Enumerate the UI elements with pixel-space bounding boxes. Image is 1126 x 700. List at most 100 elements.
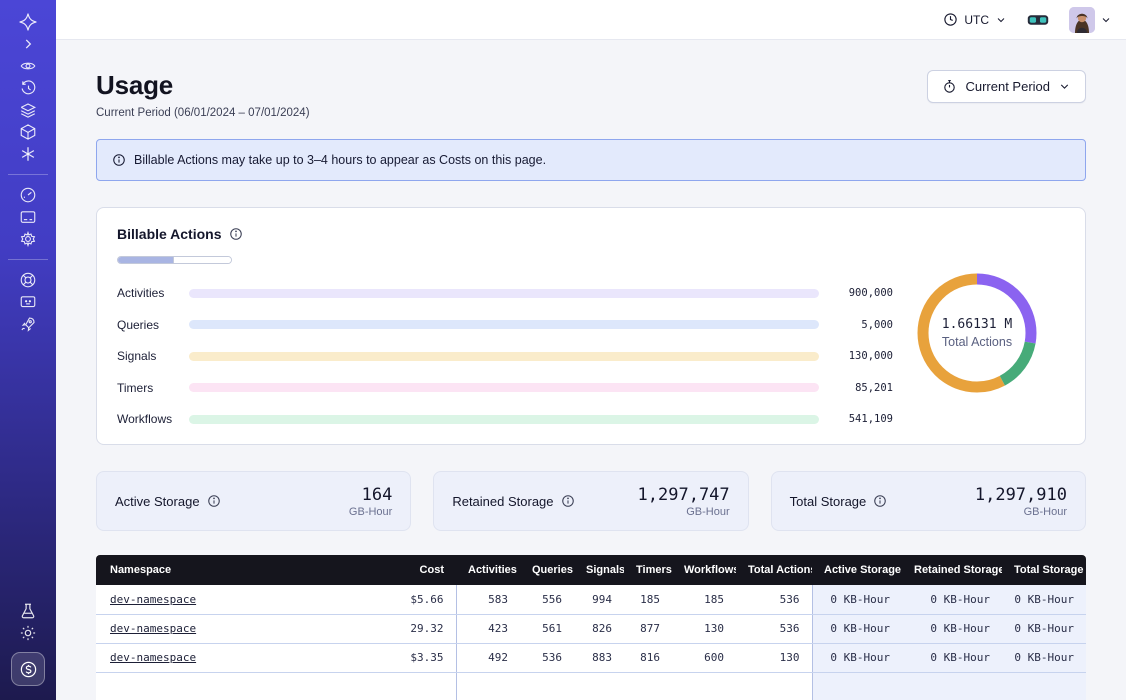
cell-activities: 423 — [456, 614, 520, 643]
cell-queries: 561 — [520, 614, 574, 643]
bar-row-workflows: Workflows 541,109 — [117, 412, 893, 426]
total-daily-toggle: Total Daily — [117, 256, 232, 264]
cell-queries: 536 — [520, 643, 574, 672]
namespaces-eye-icon[interactable] — [14, 57, 42, 75]
total-storage-card: Total Storage 1,297,910 GB-Hour — [771, 471, 1086, 531]
bar-row-signals: Signals 130,000 — [117, 349, 893, 363]
user-menu[interactable] — [1069, 7, 1112, 33]
cell-cost: $5.66 — [386, 585, 456, 614]
storage-card-value: 1,297,910 — [975, 485, 1067, 505]
billable-bar-chart: Activities 900,000 Queries 5,000 Signals… — [117, 286, 893, 426]
settings-gear-icon[interactable] — [14, 230, 42, 248]
table-row: dev-namespace 29.32 423 561 826 877 130 … — [96, 614, 1086, 643]
cell-signals: 994 — [574, 585, 624, 614]
bar-track — [189, 415, 819, 424]
namespace-link[interactable]: dev-namespace — [110, 622, 196, 635]
table-row-partial — [96, 672, 1086, 700]
period-selector-label: Current Period — [965, 79, 1050, 94]
theme-sun-icon[interactable] — [14, 624, 42, 642]
namespace-usage-table: Namespace Cost Activities Queries Signal… — [96, 555, 1086, 700]
bar-track — [189, 289, 819, 298]
bar-row-timers: Timers 85,201 — [117, 381, 893, 395]
namespace-link[interactable]: dev-namespace — [110, 651, 196, 664]
sidebar — [0, 0, 56, 700]
layers-icon[interactable] — [14, 101, 42, 119]
info-icon[interactable] — [561, 494, 575, 508]
getting-started-rocket-icon[interactable] — [14, 315, 42, 333]
bar-label: Signals — [117, 349, 189, 363]
cube-icon[interactable] — [14, 123, 42, 141]
bar-label: Activities — [117, 286, 189, 300]
col-total-storage: Total Storage — [1002, 555, 1086, 585]
cell-active-storage: 0 KB-Hour — [812, 614, 902, 643]
sidebar-divider — [8, 259, 48, 260]
retained-storage-card: Retained Storage 1,297,747 GB-Hour — [433, 471, 748, 531]
bar-row-queries: Queries 5,000 — [117, 318, 893, 332]
period-selector-button[interactable]: Current Period — [927, 70, 1086, 103]
cell-workflows: 130 — [672, 614, 736, 643]
info-icon[interactable] — [873, 494, 887, 508]
sidebar-divider — [8, 174, 48, 175]
col-retained-storage: Retained Storage — [902, 555, 1002, 585]
cell-retained-storage: 0 KB-Hour — [902, 614, 1002, 643]
bar-value: 130,000 — [819, 350, 893, 362]
history-clock-icon[interactable] — [14, 79, 42, 97]
namespace-link[interactable]: dev-namespace — [110, 593, 196, 606]
clock-icon — [943, 12, 958, 27]
donut-total-value: 1.66131 M — [942, 317, 1012, 332]
support-lifebuoy-icon[interactable] — [14, 271, 42, 289]
storage-card-label: Active Storage — [115, 494, 200, 509]
storage-card-unit: GB-Hour — [349, 506, 392, 518]
cell-total-actions: 536 — [736, 614, 812, 643]
temporal-logo-icon[interactable] — [14, 13, 42, 31]
col-namespace: Namespace — [96, 555, 386, 585]
chevron-down-icon — [1100, 14, 1112, 26]
storage-card-unit: GB-Hour — [975, 506, 1067, 518]
chevron-down-icon — [995, 14, 1007, 26]
col-cost: Cost — [386, 555, 456, 585]
cell-active-storage: 0 KB-Hour — [812, 585, 902, 614]
bar-track — [189, 383, 819, 392]
page-title: Usage — [96, 70, 310, 101]
cell-signals: 826 — [574, 614, 624, 643]
cell-retained-storage: 0 KB-Hour — [902, 643, 1002, 672]
table-row: dev-namespace $5.66 583 556 994 185 185 … — [96, 585, 1086, 614]
labs-flask-icon[interactable] — [14, 602, 42, 620]
info-icon[interactable] — [229, 227, 243, 241]
goggles-icon — [1027, 13, 1049, 27]
dev-goggles-toggle[interactable] — [1027, 13, 1049, 27]
usage-dollar-icon[interactable] — [11, 652, 45, 686]
usage-gauge-icon[interactable] — [14, 186, 42, 204]
nexus-asterisk-icon[interactable] — [14, 145, 42, 163]
billing-card-icon[interactable] — [14, 208, 42, 226]
info-icon — [112, 153, 126, 167]
info-icon[interactable] — [207, 494, 221, 508]
col-workflows: Workflows — [672, 555, 736, 585]
cell-workflows: 600 — [672, 643, 736, 672]
tab-daily[interactable]: Daily — [173, 257, 231, 264]
page-content: Usage Current Period (06/01/2024 – 07/01… — [56, 40, 1126, 700]
timezone-selector[interactable]: UTC — [943, 12, 1007, 27]
storage-card-label: Total Storage — [790, 494, 867, 509]
billable-actions-title: Billable Actions — [117, 226, 222, 242]
bar-value: 541,109 — [819, 413, 893, 425]
page-header: Usage Current Period (06/01/2024 – 07/01… — [96, 70, 1086, 119]
bar-value: 5,000 — [819, 319, 893, 331]
cell-timers: 877 — [624, 614, 672, 643]
bar-value: 85,201 — [819, 382, 893, 394]
feedback-monitor-icon[interactable] — [14, 293, 42, 311]
collapse-chevron-icon[interactable] — [14, 35, 42, 53]
info-banner-text: Billable Actions may take up to 3–4 hour… — [134, 153, 546, 167]
bar-track — [189, 320, 819, 329]
cell-workflows: 185 — [672, 585, 736, 614]
storage-card-value: 1,297,747 — [638, 485, 730, 505]
page-subtitle: Current Period (06/01/2024 – 07/01/2024) — [96, 107, 310, 119]
col-signals: Signals — [574, 555, 624, 585]
storage-card-unit: GB-Hour — [638, 506, 730, 518]
cell-signals: 883 — [574, 643, 624, 672]
total-actions-donut: 1.66131 M Total Actions — [893, 240, 1061, 426]
cell-total-storage: 0 KB-Hour — [1002, 585, 1086, 614]
col-activities: Activities — [456, 555, 520, 585]
table-header-row: Namespace Cost Activities Queries Signal… — [96, 555, 1086, 585]
tab-total[interactable]: Total — [118, 257, 173, 264]
